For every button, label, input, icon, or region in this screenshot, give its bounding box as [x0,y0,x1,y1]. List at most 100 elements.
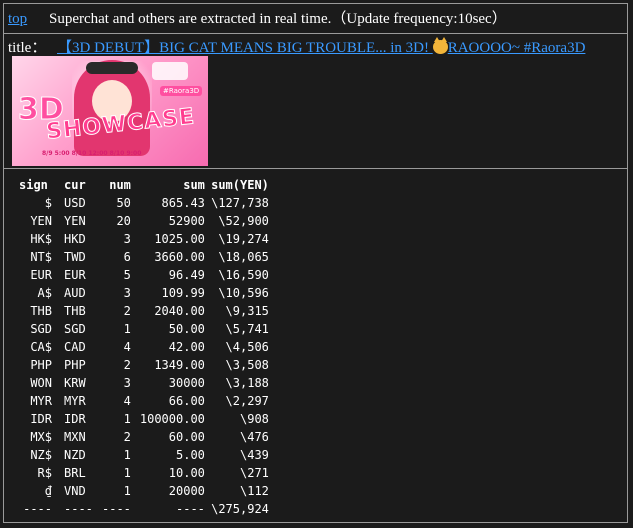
cell-yen: \439 [240,448,269,462]
table-row: IDR IDR 1 100000.00 \908 [14,410,269,428]
cell-sum: 10.00 [168,466,205,480]
header-sign: sign [19,178,48,192]
title-row: title： 【3D DEBUT】BIG CAT MEANS BIG TROUB… [4,34,627,169]
header-num: num [109,178,131,192]
cell-num: 3 [123,286,131,300]
thumbnail-character-headgear [86,62,138,74]
cell-cur: BRL [64,466,86,480]
cell-yen: \4,506 [225,340,269,354]
cell-yen: \112 [240,484,269,498]
cell-yen: \19,274 [218,232,269,246]
cell-sign: HK$ [30,232,52,246]
table-row: CA$ CAD 4 42.00 \4,506 [14,338,269,356]
table-row: A$ AUD 3 109.99 \10,596 [14,284,269,302]
title-label: title： [8,40,47,56]
cell-sum: 100000.00 [139,412,205,426]
cell-yen: \476 [240,430,269,444]
cell-sign: EUR [30,268,52,282]
cell-cur: THB [64,304,86,318]
cell-num: 3 [123,376,131,390]
cell-sign: SGD [30,322,52,336]
cell-cur: USD [64,196,86,210]
cell-sign: NT$ [30,250,52,264]
cell-num: 4 [123,340,131,354]
cell-num: 1 [123,448,131,462]
total-sum-yen: \275,924 [211,502,269,516]
cell-cur: HKD [64,232,86,246]
cell-yen: \908 [240,412,269,426]
cell-sign: WON [30,376,52,390]
top-link[interactable]: top [8,11,27,28]
thumbnail-dates: 8/9 5:00 8/10 12:00 8/10 9:00 [42,150,142,157]
table-row: SGD SGD 1 50.00 \5,741 [14,320,269,338]
cell-cur: PHP [64,358,86,372]
cell-sign: YEN [30,214,52,228]
cell-sum: 60.00 [168,430,205,444]
cell-sum: 2040.00 [154,304,205,318]
update-message: Superchat and others are extracted in re… [49,11,507,27]
cell-cur: MXN [64,430,86,444]
cell-num: 20 [116,214,131,228]
table-row: EUR EUR 5 96.49 \16,590 [14,266,269,284]
table-row: PHP PHP 2 1349.00 \3,508 [14,356,269,374]
cell-sum: 865.43 [161,196,205,210]
header-row: top Superchat and others are extracted i… [4,4,627,34]
cell-sign: MX$ [30,430,52,444]
header-cur: cur [64,178,86,192]
cat-face-icon [432,37,448,54]
cell-num: 1 [123,484,131,498]
cell-num: 2 [123,304,131,318]
cell-yen: \16,590 [218,268,269,282]
cell-cur: MYR [64,394,86,408]
table-row: MYR MYR 4 66.00 \2,297 [14,392,269,410]
cell-num: 2 [123,358,131,372]
cell-num: 6 [123,250,131,264]
cell-yen: \9,315 [225,304,269,318]
thumbnail-hashtag: #Raora3D [160,86,203,96]
header-sum: sum [183,178,205,192]
table-row: NT$ TWD 6 3660.00 \18,065 [14,248,269,266]
thumbnail-logo [152,62,188,80]
cell-sum: 5.00 [176,448,205,462]
total-sign: ---- [23,502,52,516]
table-body: $ USD 50 865.43 \127,738 YEN YEN 20 52900 \52,900… [14,194,269,500]
cell-sign: NZ$ [30,448,52,462]
cell-sum: 1349.00 [154,358,205,372]
cell-cur: SGD [64,322,86,336]
cell-yen: \10,596 [218,286,269,300]
cell-num: 50 [116,196,131,210]
cell-sum: 3660.00 [154,250,205,264]
cell-yen: \2,297 [225,394,269,408]
cell-sign: MYR [30,394,52,408]
cell-sum: 20000 [168,484,205,498]
cell-sum: 30000 [168,376,205,390]
cell-yen: \3,508 [225,358,269,372]
cell-sum: 42.00 [168,340,205,354]
video-thumbnail[interactable]: 3D SHOWCASE #Raora3D 8/9 5:00 8/10 12:00… [12,56,208,166]
cell-num: 1 [123,466,131,480]
table-row: $ USD 50 865.43 \127,738 [14,194,269,212]
cell-yen: \271 [240,466,269,480]
cell-cur: IDR [64,412,86,426]
cell-cur: CAD [64,340,86,354]
cell-cur: VND [64,484,86,498]
cell-sign: $ [44,196,52,210]
table-row: MX$ MXN 2 60.00 \476 [14,428,269,446]
video-title-link[interactable]: 【3D DEBUT】BIG CAT MEANS BIG TROUBLE... i… [57,37,585,57]
total-cur: ---- [64,502,93,516]
cell-yen: \127,738 [211,196,269,210]
cell-num: 1 [123,322,131,336]
cell-cur: NZD [64,448,86,462]
cell-sum: 96.49 [168,268,205,282]
cell-yen: \18,065 [218,250,269,264]
cell-sum: 66.00 [168,394,205,408]
table-row: NZ$ NZD 1 5.00 \439 [14,446,269,464]
table-row: ₫ VND 1 20000 \112 [14,482,269,500]
cell-num: 3 [123,232,131,246]
cell-num: 4 [123,394,131,408]
superchat-table: sign cur num sum sum(YEN) $ USD 50 865.43 \1… [14,176,269,518]
table-row: R$ BRL 1 10.00 \271 [14,464,269,482]
cell-sum: 1025.00 [154,232,205,246]
cell-yen: \3,188 [225,376,269,390]
table-row: WON KRW 3 30000 \3,188 [14,374,269,392]
